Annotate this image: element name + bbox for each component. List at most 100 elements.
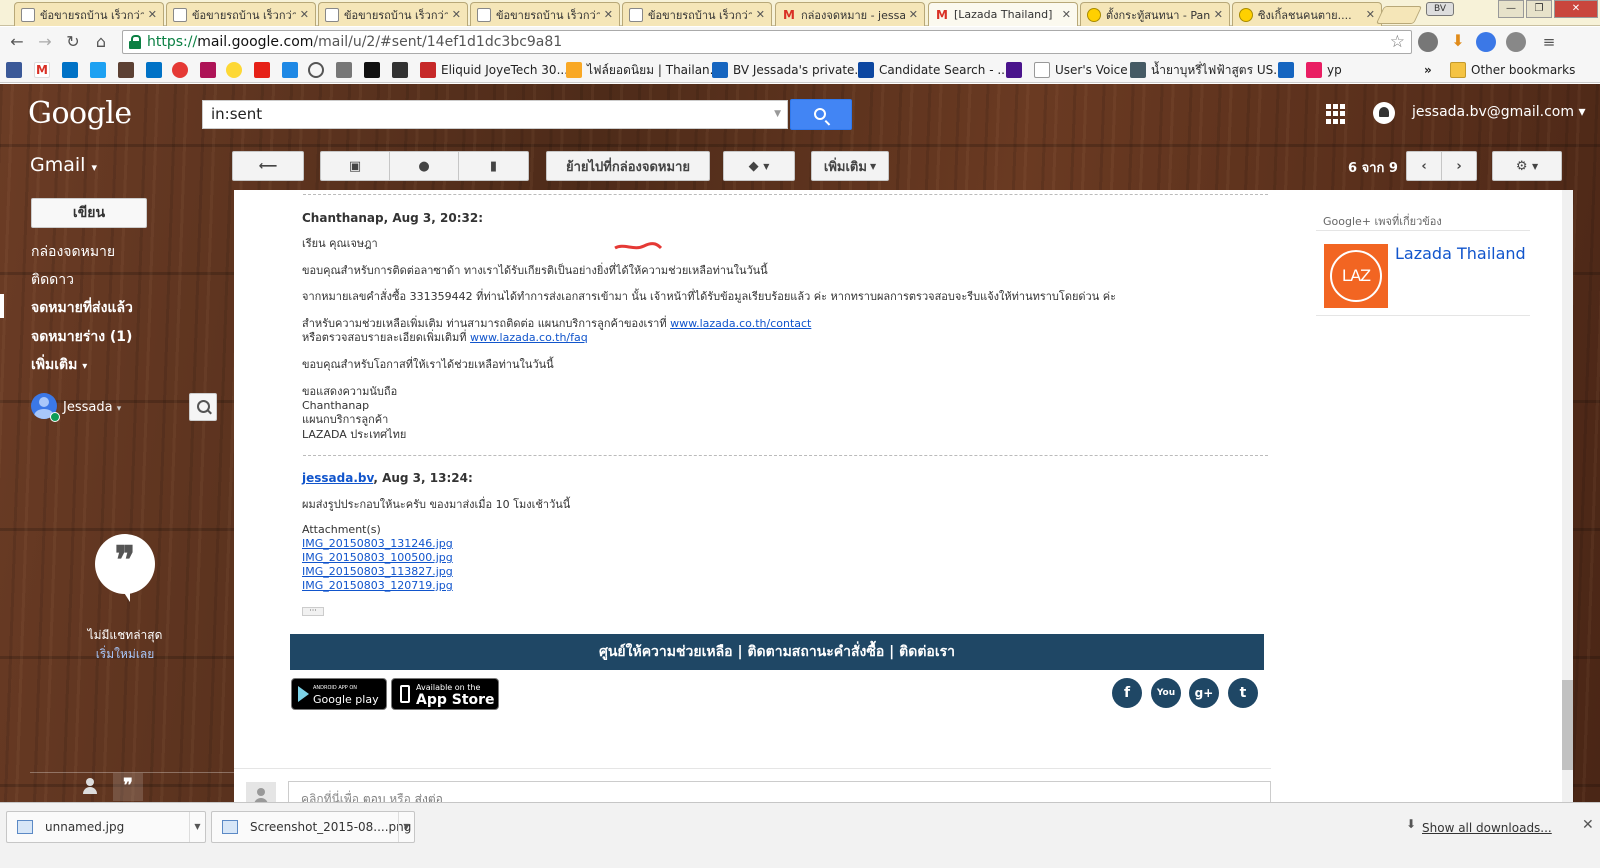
older-button[interactable]: › <box>1441 151 1477 181</box>
tab-close-icon[interactable]: ✕ <box>300 8 309 21</box>
app-bookmark-icon[interactable] <box>172 62 188 78</box>
search-bookmark-icon[interactable] <box>308 62 324 78</box>
sender-link[interactable]: jessada.bv <box>302 471 373 485</box>
bookmark-item[interactable]: น้ำยาบุหรี่ไฟฟ้าสูตร US... <box>1130 61 1285 79</box>
compose-button[interactable]: เขียน <box>31 198 147 228</box>
bookmark-item[interactable]: ไฟล์ยอดนิยม | Thailan... <box>566 61 721 79</box>
address-bar[interactable]: https://mail.google.com/mail/u/2/#sent/1… <box>122 30 1412 54</box>
hangouts-tab-icon[interactable]: ❞ <box>113 773 143 801</box>
more-actions-button[interactable]: เพิ่มเติม ▼ <box>811 151 889 181</box>
attachment-link[interactable]: IMG_20150803_120719.jpg <box>302 579 453 593</box>
browser-tab[interactable]: M กล่องจดหมาย - jessa ✕ <box>775 2 925 26</box>
show-trimmed-content-button[interactable]: ··· <box>302 607 324 616</box>
chat-user-menu[interactable]: Jessada ▾ <box>63 400 121 415</box>
download-item[interactable]: unnamed.jpg ▼ <box>6 811 206 843</box>
chrome-menu-icon[interactable]: ≡ <box>1538 31 1560 53</box>
twitter-bookmark-icon[interactable] <box>90 62 106 78</box>
home-icon[interactable]: ⌂ <box>90 31 112 53</box>
google-plus-icon[interactable]: g+ <box>1189 678 1219 708</box>
outlook-bookmark-icon[interactable] <box>62 62 78 78</box>
extension-shield-icon[interactable] <box>1476 32 1496 52</box>
app-store-badge[interactable]: Available on the App Store <box>391 678 499 710</box>
google-logo[interactable]: Google <box>28 96 132 131</box>
account-menu[interactable]: jessada.bv@gmail.com ▾ <box>1412 104 1585 120</box>
browser-tab[interactable]: ข้อขายรถบ้าน เร็วกว่า ✕ <box>318 2 468 26</box>
sidebar-item-more[interactable]: เพิ่มเติม ▾ <box>31 354 87 376</box>
lazada-logo[interactable]: LAZ <box>1324 244 1388 308</box>
reply-link[interactable]: ตอบ <box>363 792 386 802</box>
gmail-menu[interactable]: Gmail ▾ <box>30 154 97 176</box>
show-all-downloads-link[interactable]: Show all downloads... <box>1422 821 1552 835</box>
back-to-list-button[interactable]: ⟵ <box>232 151 304 181</box>
apps-grid-icon[interactable] <box>1326 104 1346 124</box>
labels-button[interactable]: ◆ ▼ <box>723 151 795 181</box>
sidebar-item-sent[interactable]: จดหมายที่ส่งแล้ว <box>31 297 133 319</box>
maximize-icon[interactable]: ❐ <box>1526 0 1552 18</box>
reply-input[interactable]: คลิกที่นี่เพื่อ ตอบ หรือ ส่งต่อ <box>288 781 1271 802</box>
contacts-tab-icon[interactable] <box>80 776 100 796</box>
report-spam-button[interactable]: ● <box>389 151 459 181</box>
attachment-link[interactable]: IMG_20150803_131246.jpg <box>302 537 453 551</box>
bookmarks-overflow-button[interactable]: » <box>1424 61 1432 79</box>
profile-badge[interactable]: BV <box>1426 2 1454 16</box>
facebook-icon[interactable]: f <box>1112 678 1142 708</box>
other-bookmarks[interactable]: Other bookmarks <box>1450 61 1575 79</box>
attachment-link[interactable]: IMG_20150803_100500.jpg <box>302 551 453 565</box>
w3-bookmark-icon[interactable] <box>392 62 408 78</box>
youtube-icon[interactable]: You <box>1151 678 1181 708</box>
sidebar-item-inbox[interactable]: กล่องจดหมาย <box>31 241 115 263</box>
app2-bookmark-icon[interactable] <box>200 62 216 78</box>
app3-bookmark-icon[interactable] <box>282 62 298 78</box>
close-window-icon[interactable]: ✕ <box>1554 0 1598 18</box>
tab-close-icon[interactable]: ✕ <box>148 8 157 21</box>
bookmark-star-icon[interactable]: ☆ <box>1390 32 1405 52</box>
newer-button[interactable]: ‹ <box>1406 151 1442 181</box>
youtube-bookmark-icon[interactable] <box>254 62 270 78</box>
related-page-link[interactable]: Lazada Thailand <box>1395 244 1526 263</box>
notifications-bell-icon[interactable] <box>1373 102 1395 124</box>
back-icon[interactable]: ← <box>6 31 28 53</box>
outlook2-bookmark-icon[interactable] <box>146 62 162 78</box>
google-play-badge[interactable]: ANDROID APP ON Google play <box>291 678 387 710</box>
archive-button[interactable]: ▣ <box>320 151 390 181</box>
scrollbar-thumb[interactable] <box>1562 680 1573 770</box>
settings-button[interactable]: ⚙ ▼ <box>1492 151 1562 181</box>
tab-close-icon[interactable]: ✕ <box>452 8 461 21</box>
app6-bookmark-icon[interactable] <box>1006 62 1022 78</box>
forward-link[interactable]: ส่งต่อ <box>415 792 443 802</box>
browser-tab[interactable]: ซิงเกิ้ลชนคนตาย.... ✕ <box>1232 2 1382 26</box>
lazada-contact-link[interactable]: www.lazada.co.th/contact <box>670 317 811 330</box>
app4-bookmark-icon[interactable] <box>336 62 352 78</box>
browser-tab[interactable]: ข้อขายรถบ้าน เร็วกว่า ✕ <box>166 2 316 26</box>
minimize-icon[interactable]: — <box>1498 0 1524 18</box>
search-input[interactable]: in:sent ▼ <box>202 100 788 129</box>
chevron-down-icon[interactable]: ▼ <box>189 812 205 842</box>
tab-close-icon[interactable]: ✕ <box>756 8 765 21</box>
new-tab-button[interactable] <box>1375 6 1423 24</box>
browser-tab[interactable]: ตั้งกระทู้สนทนา - Pan ✕ <box>1080 2 1230 26</box>
tab-close-icon[interactable]: ✕ <box>1366 8 1375 21</box>
search-button[interactable] <box>790 99 852 130</box>
close-icon[interactable]: ✕ <box>1582 817 1594 833</box>
app5-bookmark-icon[interactable] <box>364 62 380 78</box>
search-people-button[interactable] <box>189 393 217 421</box>
twitter-icon[interactable]: t <box>1228 678 1258 708</box>
tab-close-icon[interactable]: ✕ <box>1214 8 1223 21</box>
start-new-chat-link[interactable]: เริ่มใหม่เลย <box>0 645 250 664</box>
bookmark-item[interactable]: yp <box>1306 61 1342 79</box>
gmail-bookmark-icon[interactable]: M <box>34 62 50 78</box>
browser-tab[interactable]: ข้อขายรถบ้าน เร็วกว่า ✕ <box>622 2 772 26</box>
download-item[interactable]: Screenshot_2015-08....png ▼ <box>211 811 415 843</box>
browser-tab[interactable]: M [Lazada Thailand] ✕ <box>928 2 1078 26</box>
tab-close-icon[interactable]: ✕ <box>1062 8 1071 21</box>
attachment-link[interactable]: IMG_20150803_113827.jpg <box>302 565 453 579</box>
smiley-bookmark-icon[interactable] <box>226 62 242 78</box>
bookmark-item[interactable]: Candidate Search - ... <box>858 61 1009 79</box>
chevron-down-icon[interactable]: ▼ <box>398 812 414 842</box>
bookmark-item[interactable]: BV Jessada's private... <box>712 61 866 79</box>
search-options-chevron-icon[interactable]: ▼ <box>774 101 781 128</box>
lazada-faq-link[interactable]: www.lazada.co.th/faq <box>470 331 588 344</box>
sidebar-item-drafts[interactable]: จดหมายร่าง (1) <box>31 326 132 348</box>
app7-bookmark-icon[interactable] <box>1278 62 1294 78</box>
lazada-footer-links[interactable]: ศูนย์ให้ความช่วยเหลือ | ติดตามสถานะคำสั่… <box>290 634 1264 670</box>
